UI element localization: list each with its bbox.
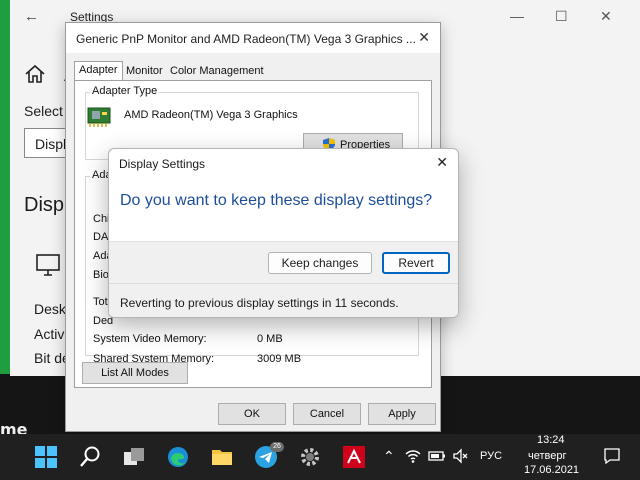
battery-icon[interactable] bbox=[428, 449, 446, 463]
display-settings-dialog: Display Settings ✕ Do you want to keep t… bbox=[108, 148, 459, 318]
tab-monitor[interactable]: Monitor bbox=[122, 63, 167, 81]
volume-muted-icon[interactable] bbox=[452, 448, 468, 464]
notification-icon[interactable] bbox=[603, 447, 621, 465]
props-close-icon[interactable]: ✕ bbox=[418, 29, 430, 46]
adapter-type-label: Adapter Type bbox=[90, 85, 160, 97]
confirm-button-row: Keep changes Revert bbox=[109, 241, 458, 283]
chevron-up-icon[interactable]: ⌃ bbox=[383, 448, 395, 465]
clock-date: 17.06.2021 bbox=[524, 464, 580, 476]
shared-memory-value: 3009 MB bbox=[257, 353, 302, 365]
monitor-icon bbox=[36, 254, 60, 276]
select-label: Select bbox=[24, 103, 63, 119]
list-all-modes-button[interactable]: List All Modes bbox=[82, 362, 188, 384]
apply-button[interactable]: Apply bbox=[368, 403, 436, 425]
home-icon[interactable] bbox=[24, 64, 46, 84]
keep-changes-button[interactable]: Keep changes bbox=[268, 252, 372, 274]
taskbar: ⌃ РУС 13:24 четверг 17.06.2021 bbox=[0, 434, 640, 480]
clock-day: четверг bbox=[528, 450, 567, 462]
telegram-unread-badge: 26 bbox=[270, 442, 284, 452]
file-explorer-icon[interactable] bbox=[210, 445, 234, 469]
props-title: Generic PnP Monitor and AMD Radeon(TM) V… bbox=[76, 32, 416, 46]
settings-gear-icon[interactable] bbox=[298, 445, 322, 469]
edge-icon[interactable] bbox=[166, 445, 190, 469]
system-video-memory-value: 0 MB bbox=[257, 333, 283, 345]
revert-button[interactable]: Revert bbox=[382, 252, 450, 274]
ok-button[interactable]: OK bbox=[218, 403, 286, 425]
graphics-card-icon bbox=[87, 107, 111, 127]
search-icon[interactable] bbox=[78, 445, 102, 469]
adapter-name: AMD Radeon(TM) Vega 3 Graphics bbox=[124, 109, 298, 121]
maximize-icon[interactable]: ☐ bbox=[555, 8, 568, 25]
minimize-icon[interactable]: — bbox=[510, 8, 524, 24]
display-heading: Displ bbox=[24, 194, 69, 216]
wifi-icon[interactable] bbox=[405, 448, 421, 464]
total-memory-label: Tot bbox=[93, 296, 108, 308]
props-titlebar: Generic PnP Monitor and AMD Radeon(TM) V… bbox=[66, 23, 440, 53]
close-icon[interactable]: ✕ bbox=[600, 8, 612, 25]
amd-icon[interactable] bbox=[342, 445, 366, 469]
back-arrow-icon[interactable]: ← bbox=[24, 8, 39, 25]
confirm-footer: Reverting to previous display settings i… bbox=[109, 283, 458, 317]
confirm-question: Do you want to keep these display settin… bbox=[120, 192, 433, 209]
confirm-title: Display Settings bbox=[119, 157, 206, 171]
revert-countdown-text: Reverting to previous display settings i… bbox=[120, 296, 399, 310]
language-indicator[interactable]: РУС bbox=[480, 450, 502, 462]
start-icon[interactable] bbox=[34, 445, 58, 469]
task-view-icon[interactable] bbox=[122, 445, 146, 469]
cancel-button[interactable]: Cancel bbox=[293, 403, 361, 425]
system-video-memory-label: System Video Memory: bbox=[93, 333, 207, 345]
tab-color-management[interactable]: Color Management bbox=[166, 63, 268, 81]
tab-adapter[interactable]: Adapter bbox=[74, 61, 123, 81]
clock-time: 13:24 bbox=[537, 434, 565, 446]
confirm-close-icon[interactable]: ✕ bbox=[436, 154, 448, 171]
clock[interactable]: 13:24 четверг 17.06.2021 bbox=[518, 434, 579, 480]
